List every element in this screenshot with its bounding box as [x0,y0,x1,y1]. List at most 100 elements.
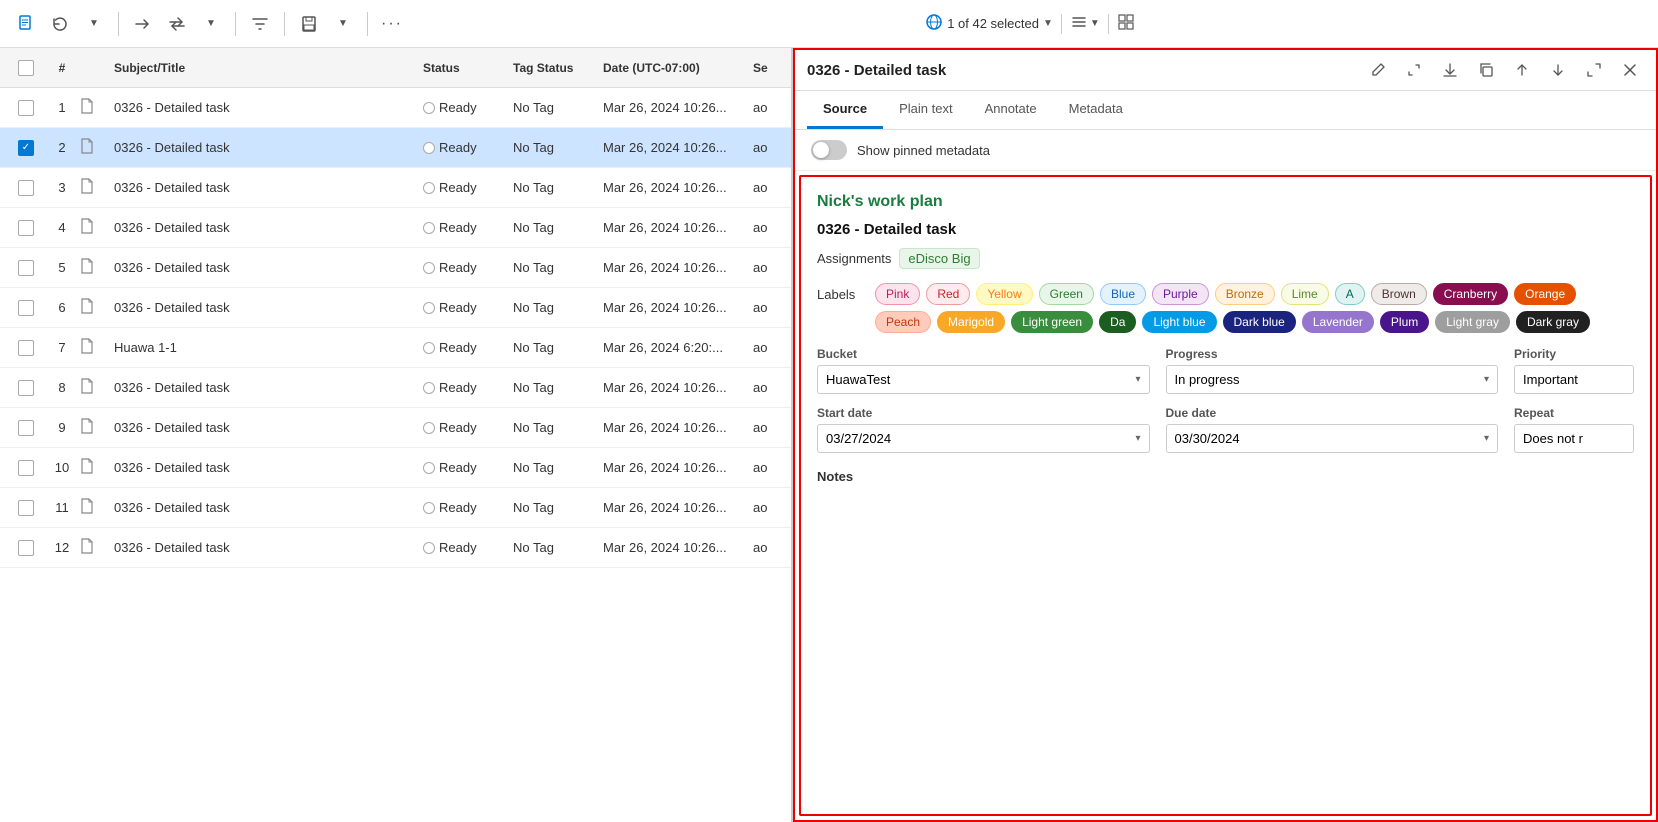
chevron-down-icon-globe[interactable]: ▼ [1043,18,1053,29]
table-row[interactable]: 4 0326 - Detailed task Ready No Tag Mar … [0,208,791,248]
table-row[interactable]: 7 Huawa 1-1 Ready No Tag Mar 26, 2024 6:… [0,328,791,368]
row-status: Ready [423,180,513,195]
row-status: Ready [423,100,513,115]
select-all-checkbox[interactable] [18,60,34,76]
label-badge[interactable]: Lavender [1302,311,1374,333]
label-badge[interactable]: Yellow [976,283,1032,305]
row-checkbox[interactable] [18,100,34,116]
close-icon[interactable] [1616,56,1644,84]
row-checkbox[interactable] [18,380,34,396]
tab-plain-text[interactable]: Plain text [883,91,968,129]
label-badge[interactable]: Peach [875,311,931,333]
tab-source[interactable]: Source [807,91,883,129]
due-date-select[interactable]: 03/30/2024 ▾ [1166,424,1499,453]
row-check[interactable] [8,220,44,236]
label-badge[interactable]: Light gray [1435,311,1510,333]
chevron-down-icon-3[interactable]: ▼ [329,10,357,38]
assignments-badge[interactable]: eDisco Big [899,248,979,269]
download-icon[interactable] [1436,56,1464,84]
row-check[interactable] [8,420,44,436]
chevron-down-icon-list[interactable]: ▼ [1090,18,1100,29]
document-icon[interactable] [12,10,40,38]
tab-annotate[interactable]: Annotate [969,91,1053,129]
priority-select[interactable]: Important [1514,365,1634,394]
table-row[interactable]: 10 0326 - Detailed task Ready No Tag Mar… [0,448,791,488]
label-badge[interactable]: Light green [1011,311,1093,333]
row-checkbox[interactable] [18,180,34,196]
row-check[interactable] [8,180,44,196]
row-checkbox[interactable] [18,220,34,236]
label-badge[interactable]: Purple [1152,283,1209,305]
row-checkbox[interactable] [18,340,34,356]
table-row[interactable]: 12 0326 - Detailed task Ready No Tag Mar… [0,528,791,568]
label-badge[interactable]: Pink [875,283,920,305]
table-row[interactable]: 6 0326 - Detailed task Ready No Tag Mar … [0,288,791,328]
label-badge[interactable]: Plum [1380,311,1429,333]
table-row[interactable]: 3 0326 - Detailed task Ready No Tag Mar … [0,168,791,208]
row-checkbox[interactable] [18,460,34,476]
refresh-icon[interactable] [46,10,74,38]
row-checkbox[interactable] [18,140,34,156]
fullscreen-icon[interactable] [1580,56,1608,84]
label-badge[interactable]: Da [1099,311,1136,333]
row-title: 0326 - Detailed task [110,100,423,115]
label-badge[interactable]: Brown [1371,283,1427,305]
row-num: 9 [44,420,80,435]
row-check[interactable] [8,540,44,556]
row-date: Mar 26, 2024 10:26... [603,260,753,275]
row-checkbox[interactable] [18,500,34,516]
repeat-select[interactable]: Does not r [1514,424,1634,453]
label-badge[interactable]: Blue [1100,283,1146,305]
chevron-down-icon-1[interactable]: ▼ [80,10,108,38]
list-icon[interactable] [1070,13,1088,34]
table-row[interactable]: 2 0326 - Detailed task Ready No Tag Mar … [0,128,791,168]
label-badge[interactable]: Dark blue [1223,311,1296,333]
row-check[interactable] [8,500,44,516]
start-date-select[interactable]: 03/27/2024 ▾ [817,424,1150,453]
label-badge[interactable]: Bronze [1215,283,1275,305]
row-check[interactable] [8,260,44,276]
label-badge[interactable]: Dark gray [1516,311,1590,333]
chevron-down-icon-2[interactable]: ▼ [197,10,225,38]
save-icon[interactable] [295,10,323,38]
label-badge[interactable]: Cranberry [1433,283,1508,305]
edit-icon[interactable] [1364,56,1392,84]
copy-icon[interactable] [1472,56,1500,84]
progress-select[interactable]: In progress ▾ [1166,365,1499,394]
row-check[interactable] [8,300,44,316]
arrow-down-icon[interactable] [1544,56,1572,84]
row-check[interactable] [8,380,44,396]
bucket-select[interactable]: HuawaTest ▾ [817,365,1150,394]
table-row[interactable]: 8 0326 - Detailed task Ready No Tag Mar … [0,368,791,408]
label-badge[interactable]: Lime [1281,283,1329,305]
label-badge[interactable]: Marigold [937,311,1005,333]
row-checkbox[interactable] [18,420,34,436]
expand-icon[interactable] [1400,56,1428,84]
table-row[interactable]: 1 0326 - Detailed task Ready No Tag Mar … [0,88,791,128]
row-title: 0326 - Detailed task [110,260,423,275]
header-check[interactable] [8,60,44,76]
row-checkbox[interactable] [18,300,34,316]
arrow-right-icon[interactable] [129,10,157,38]
table-row[interactable]: 5 0326 - Detailed task Ready No Tag Mar … [0,248,791,288]
label-badge[interactable]: Red [926,283,970,305]
tab-metadata[interactable]: Metadata [1053,91,1139,129]
row-checkbox[interactable] [18,540,34,556]
filter-icon[interactable] [246,10,274,38]
label-badge[interactable]: Green [1039,283,1094,305]
table-row[interactable]: 9 0326 - Detailed task Ready No Tag Mar … [0,408,791,448]
row-check[interactable] [8,460,44,476]
label-badge[interactable]: Light blue [1142,311,1216,333]
more-icon[interactable]: ··· [378,10,406,38]
row-checkbox[interactable] [18,260,34,276]
row-check[interactable] [8,340,44,356]
row-check[interactable] [8,100,44,116]
arrow-exchange-icon[interactable] [163,10,191,38]
arrow-up-icon[interactable] [1508,56,1536,84]
label-badge[interactable]: A [1335,283,1365,305]
row-check[interactable] [8,140,44,156]
grid-icon[interactable] [1117,13,1135,34]
table-row[interactable]: 11 0326 - Detailed task Ready No Tag Mar… [0,488,791,528]
label-badge[interactable]: Orange [1514,283,1576,305]
pinned-toggle[interactable] [811,140,847,160]
